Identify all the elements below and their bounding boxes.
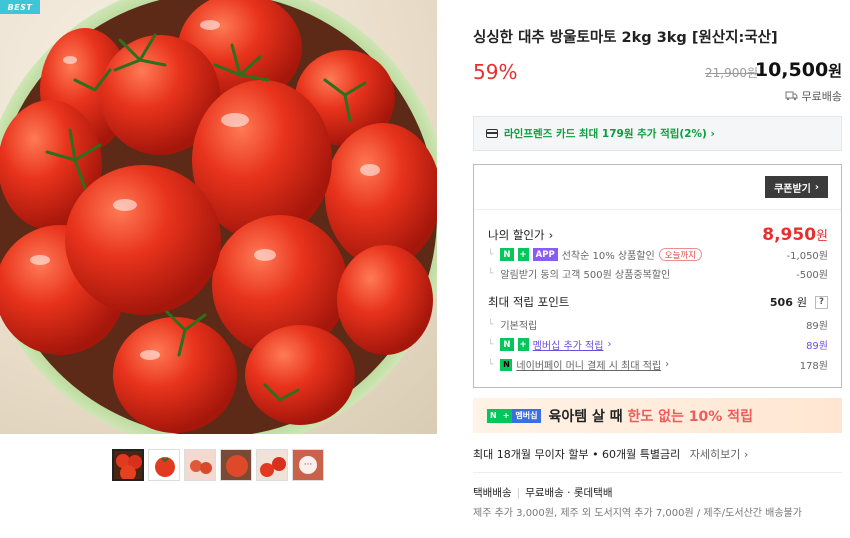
- sale-price-unit: 원: [828, 62, 842, 80]
- chevron-right-icon: ›: [814, 181, 819, 193]
- divider: [474, 209, 841, 210]
- card-promo-link[interactable]: 라인프렌즈 카드 최대 179원 추가 적립(2%) ›: [473, 116, 842, 151]
- naver-n-badge: N: [500, 248, 514, 261]
- delivery-carrier: 롯데택배: [573, 487, 613, 499]
- app-badge: APP: [532, 248, 558, 261]
- membership-label: 멤버십: [512, 408, 541, 423]
- credit-card-icon: [486, 129, 498, 138]
- coupon-button[interactable]: 쿠폰받기 ›: [765, 176, 828, 198]
- point-item-value: 89원: [806, 341, 828, 352]
- my-discount-price-value: 8,950: [762, 225, 817, 245]
- point-item-value: 89원: [806, 321, 828, 332]
- benefit-box: 쿠폰받기 › 나의 할인가› 8,950원 N + APP 선착순 10% 상품…: [473, 164, 842, 388]
- chevron-right-icon: ›: [607, 339, 612, 350]
- promo-text-prefix: 육아템 살 때: [548, 408, 623, 425]
- naver-n-badge: N: [500, 338, 514, 351]
- more-icon: ···: [299, 456, 317, 474]
- promo-text: 육아템 살 때 한도 없는 10% 적립: [549, 406, 753, 426]
- plus-badge: +: [517, 248, 529, 261]
- delivery-fee: 무료배송: [525, 487, 564, 499]
- membership-points-link[interactable]: 멤버십 추가 적립: [533, 337, 604, 352]
- points-unit: 원: [796, 296, 807, 309]
- sale-price: 10,500원: [755, 59, 842, 81]
- points-label: 최대 적립 포인트: [488, 295, 570, 309]
- membership-promo-banner[interactable]: N + 멤버십 육아템 살 때 한도 없는 10% 적립: [473, 398, 842, 433]
- installment-info: 최대 18개월 무이자 할부 • 60개월 특별금리 자세히보기 ›: [473, 446, 748, 462]
- chevron-right-icon: ›: [548, 228, 554, 242]
- delivery-method: 택배배송: [473, 487, 512, 499]
- my-discount-label: 나의 할인가: [488, 228, 545, 242]
- thumbnail-strip: ···: [112, 449, 324, 481]
- points-value: 506: [769, 295, 793, 309]
- my-discount-row: 나의 할인가 › 8,950원: [488, 225, 828, 245]
- card-promo-text: 라인프렌즈 카드 최대 179원 추가 적립(2%) ›: [504, 128, 715, 140]
- shipping-info: 무료배송: [785, 88, 842, 104]
- discount-item-value: -500원: [796, 270, 828, 281]
- thumbnail-1[interactable]: [112, 449, 144, 481]
- naver-n-badge: N: [487, 408, 500, 423]
- best-badge: BEST: [0, 0, 40, 14]
- installment-details-link[interactable]: 자세히보기 ›: [690, 448, 749, 461]
- point-item-1: 기본적립 89원: [488, 317, 828, 332]
- today-only-pill: 오늘까지: [658, 248, 702, 261]
- my-discount-price: 8,950원: [762, 225, 828, 245]
- point-item-3: N 네이버페이 머니 결제 시 최대 적립 › 178원: [488, 357, 828, 372]
- plus-badge: +: [517, 338, 529, 351]
- discount-item-label: 알림받기 동의 고객 500원 상품중복할인: [500, 270, 671, 281]
- delivery-note: 제주 추가 3,000원, 제주 외 도서지역 추가 7,000원 / 제주/도…: [473, 508, 802, 519]
- naver-pay-icon: N: [500, 358, 513, 371]
- product-title: 싱싱한 대추 방울토마토 2kg 3kg [원산지:국산]: [473, 30, 778, 46]
- my-discount-link[interactable]: 나의 할인가 ›: [488, 227, 553, 243]
- product-main-image: BEST: [0, 0, 437, 434]
- truck-icon: [785, 91, 798, 101]
- thumbnail-4[interactable]: [220, 449, 252, 481]
- plus-badge: +: [499, 408, 513, 423]
- my-discount-price-unit: 원: [816, 229, 828, 244]
- thumbnail-2[interactable]: [148, 449, 180, 481]
- point-item-label: 기본적립: [500, 321, 538, 332]
- point-item-2: N + 멤버십 추가 적립› 89원: [488, 337, 828, 352]
- help-icon[interactable]: ?: [815, 295, 828, 309]
- membership-badge: N + 멤버십: [487, 408, 541, 423]
- discount-item-label: 선착순 10% 상품할인: [561, 251, 655, 262]
- delivery-info: 택배배송 | 무료배송 · 롯데택배: [473, 487, 613, 499]
- thumbnail-3[interactable]: [184, 449, 216, 481]
- shipping-text: 무료배송: [801, 90, 842, 103]
- discount-rate: 59%: [473, 60, 518, 84]
- discount-item-value: -1,050원: [786, 251, 828, 262]
- thumbnail-more-button[interactable]: ···: [292, 449, 324, 481]
- naver-pay-points-link[interactable]: 네이버페이 머니 결제 시 최대 적립: [516, 357, 661, 372]
- coupon-button-label: 쿠폰받기: [774, 183, 811, 195]
- point-item-value: 178원: [799, 361, 828, 372]
- discount-item-1: N + APP 선착순 10% 상품할인 오늘까지 -1,050원: [488, 247, 828, 262]
- promo-text-highlight: 한도 없는 10% 적립: [627, 408, 753, 425]
- sale-price-value: 10,500: [754, 59, 829, 81]
- installment-text: 최대 18개월 무이자 할부 • 60개월 특별금리: [473, 448, 681, 461]
- divider: [473, 472, 842, 473]
- discount-item-2: 알림받기 동의 고객 500원 상품중복할인 -500원: [488, 266, 828, 281]
- points-row: 최대 적립 포인트 506 원 ?: [488, 294, 828, 310]
- thumbnail-5[interactable]: [256, 449, 288, 481]
- original-price: 21,900원: [705, 66, 759, 80]
- chevron-right-icon: ›: [665, 359, 670, 370]
